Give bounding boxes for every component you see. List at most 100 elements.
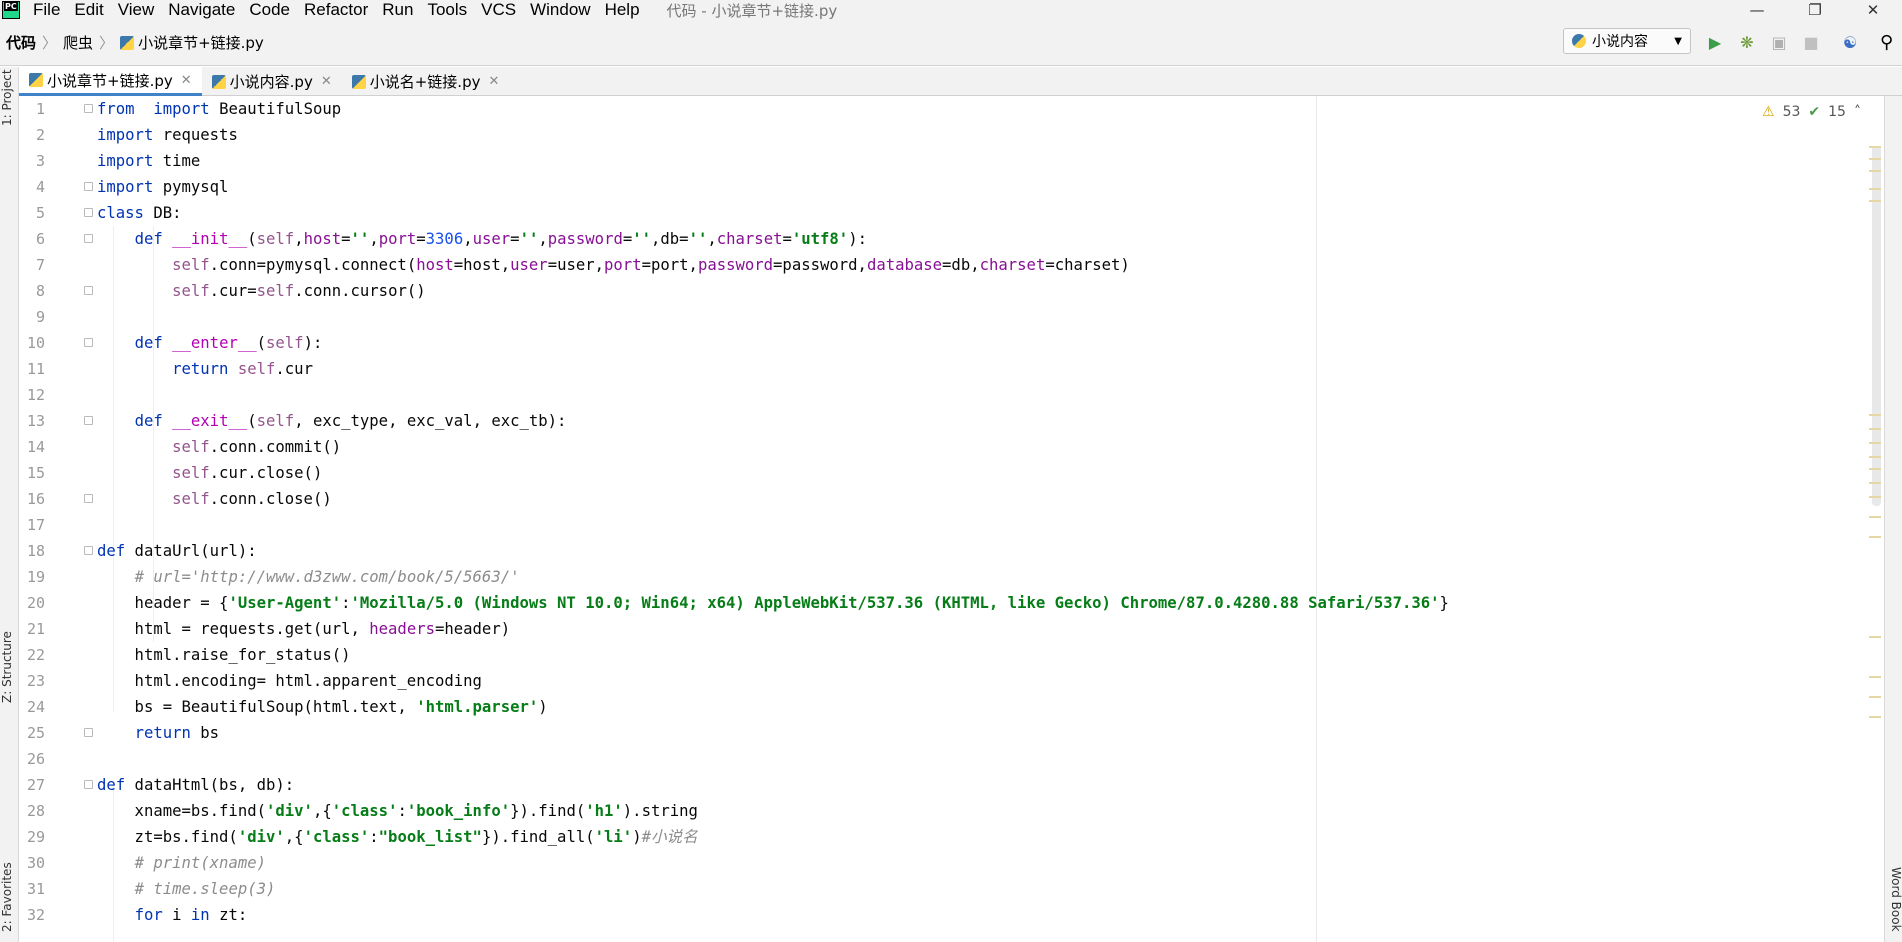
code-line[interactable]: 29 zt=bs.find('div',{'class':"book_list"… bbox=[19, 824, 1859, 850]
breadcrumb-root[interactable]: 代码 bbox=[6, 32, 36, 53]
code-line[interactable]: 23 html.encoding= html.apparent_encoding bbox=[19, 668, 1859, 694]
restore-icon[interactable]: ❐ bbox=[1786, 0, 1844, 20]
code-line[interactable]: 20 header = {'User-Agent':'Mozilla/5.0 (… bbox=[19, 590, 1859, 616]
breadcrumb-file[interactable]: 小说章节+链接.py bbox=[138, 32, 264, 53]
close-icon[interactable]: ✕ bbox=[488, 74, 499, 89]
fold-marker-icon[interactable] bbox=[84, 416, 93, 425]
code-editor[interactable]: ⚠ 53 ✔ 15 ˄ ˅ 1from import BeautifulSoup… bbox=[19, 96, 1902, 942]
stop-icon[interactable]: ■ bbox=[1801, 32, 1821, 52]
tab-novel-content[interactable]: 小说内容.py ✕ bbox=[202, 67, 342, 96]
close-window-icon[interactable]: ✕ bbox=[1844, 0, 1902, 20]
menu-help[interactable]: Help bbox=[598, 0, 647, 20]
tab-chapter-links[interactable]: 小说章节+链接.py ✕ bbox=[19, 67, 202, 96]
error-stripe-mark[interactable] bbox=[1869, 170, 1881, 172]
breadcrumb-folder[interactable]: 爬虫 bbox=[63, 32, 93, 53]
close-icon[interactable]: ✕ bbox=[181, 73, 192, 88]
minimize-icon[interactable]: — bbox=[1728, 0, 1786, 20]
fold-marker-icon[interactable] bbox=[84, 728, 93, 737]
word-book-panel-tab[interactable]: Word Book bbox=[1885, 856, 1902, 942]
close-icon[interactable]: ✕ bbox=[321, 74, 332, 89]
code-line[interactable]: 3 import time bbox=[19, 148, 1859, 174]
search-icon[interactable]: ⚲ bbox=[1880, 32, 1893, 53]
code-line[interactable]: 24 bs = BeautifulSoup(html.text, 'html.p… bbox=[19, 694, 1859, 720]
code-line[interactable]: 13 def __exit__(self, exc_type, exc_val,… bbox=[19, 408, 1859, 434]
code-line[interactable]: 17 bbox=[19, 512, 1859, 538]
code-line[interactable]: 10 def __enter__(self): bbox=[19, 330, 1859, 356]
fold-marker-icon[interactable] bbox=[84, 546, 93, 555]
error-stripe-mark[interactable] bbox=[1869, 716, 1881, 718]
fold-marker-icon[interactable] bbox=[84, 182, 93, 191]
error-stripe-mark[interactable] bbox=[1869, 146, 1881, 148]
fold-marker-icon[interactable] bbox=[84, 286, 93, 295]
menu-vcs[interactable]: VCS bbox=[474, 0, 523, 20]
code-line[interactable]: 30 # print(xname) bbox=[19, 850, 1859, 876]
code-line[interactable]: 18 def dataUrl(url): bbox=[19, 538, 1859, 564]
run-icon[interactable]: ▶ bbox=[1705, 32, 1725, 52]
code-line[interactable]: 31 # time.sleep(3) bbox=[19, 876, 1859, 902]
fold-marker-icon[interactable] bbox=[84, 104, 93, 113]
code-line[interactable]: 22 html.raise_for_status() bbox=[19, 642, 1859, 668]
menu-navigate[interactable]: Navigate bbox=[161, 0, 242, 20]
structure-panel-tab[interactable]: Z: Structure bbox=[0, 627, 18, 707]
error-stripe-mark[interactable] bbox=[1869, 496, 1881, 498]
code-line[interactable]: 26 bbox=[19, 746, 1859, 772]
fold-marker-icon[interactable] bbox=[84, 234, 93, 243]
menu-file[interactable]: File bbox=[26, 0, 67, 20]
error-stripe-mark[interactable] bbox=[1869, 468, 1881, 470]
favorites-panel-tab[interactable]: 2: Favorites bbox=[0, 857, 18, 937]
fold-marker-icon[interactable] bbox=[84, 494, 93, 503]
error-stripe-mark[interactable] bbox=[1869, 636, 1881, 638]
error-stripe-mark[interactable] bbox=[1869, 414, 1881, 416]
code-line[interactable]: 15 self.cur.close() bbox=[19, 460, 1859, 486]
code-line[interactable]: 4 import pymysql bbox=[19, 174, 1859, 200]
error-stripe-mark[interactable] bbox=[1869, 188, 1881, 190]
code-line[interactable]: 6 def __init__(self,host='',port=3306,us… bbox=[19, 226, 1859, 252]
menu-edit[interactable]: Edit bbox=[67, 0, 110, 20]
fold-marker-icon[interactable] bbox=[84, 338, 93, 347]
project-panel-tab[interactable]: 1: Project bbox=[0, 67, 18, 129]
error-stripe-mark[interactable] bbox=[1869, 696, 1881, 698]
code-line[interactable]: 21 html = requests.get(url, headers=head… bbox=[19, 616, 1859, 642]
code-line[interactable]: 14 self.conn.commit() bbox=[19, 434, 1859, 460]
error-stripe-mark[interactable] bbox=[1869, 428, 1881, 430]
translate-icon[interactable]: ☯ bbox=[1840, 32, 1860, 52]
run-configuration-select[interactable]: 小说内容 ▼ bbox=[1563, 28, 1691, 54]
menu-window[interactable]: Window bbox=[523, 0, 597, 20]
error-stripe-mark[interactable] bbox=[1869, 676, 1881, 678]
tab-novel-name-links[interactable]: 小说名+链接.py ✕ bbox=[342, 67, 510, 96]
fold-marker-icon[interactable] bbox=[84, 780, 93, 789]
code-line[interactable]: 8 self.cur=self.conn.cursor() bbox=[19, 278, 1859, 304]
code-line[interactable]: 2 import requests bbox=[19, 122, 1859, 148]
code-line[interactable]: 28 xname=bs.find('div',{'class':'book_in… bbox=[19, 798, 1859, 824]
error-stripe-mark[interactable] bbox=[1869, 536, 1881, 538]
coverage-icon[interactable]: ▣ bbox=[1769, 32, 1789, 52]
code-line[interactable]: 12 bbox=[19, 382, 1859, 408]
code-line[interactable]: 32 for i in zt: bbox=[19, 902, 1859, 928]
code-line[interactable]: 19 # url='http://www.d3zww.com/book/5/56… bbox=[19, 564, 1859, 590]
code-line[interactable]: 9 bbox=[19, 304, 1859, 330]
code-text: self.cur.close() bbox=[172, 464, 323, 482]
code-line[interactable]: 1 from import BeautifulSoup bbox=[19, 96, 1859, 122]
debug-icon[interactable]: ❋ bbox=[1737, 32, 1757, 52]
menu-run[interactable]: Run bbox=[375, 0, 420, 20]
code-line[interactable]: 5 class DB: bbox=[19, 200, 1859, 226]
error-stripe-mark[interactable] bbox=[1869, 158, 1881, 160]
code-text: class DB: bbox=[97, 204, 182, 222]
error-stripe-mark[interactable] bbox=[1869, 482, 1881, 484]
menu-code[interactable]: Code bbox=[242, 0, 297, 20]
menu-view[interactable]: View bbox=[111, 0, 162, 20]
error-stripe-mark[interactable] bbox=[1869, 200, 1881, 202]
window-controls: — ❐ ✕ bbox=[1728, 0, 1902, 20]
line-number: 1 bbox=[35, 100, 45, 118]
code-line[interactable]: 7 self.conn=pymysql.connect(host=host,us… bbox=[19, 252, 1859, 278]
menu-tools[interactable]: Tools bbox=[420, 0, 474, 20]
error-stripe-mark[interactable] bbox=[1869, 456, 1881, 458]
error-stripe-mark[interactable] bbox=[1869, 442, 1881, 444]
code-line[interactable]: 16 self.conn.close() bbox=[19, 486, 1859, 512]
fold-marker-icon[interactable] bbox=[84, 208, 93, 217]
error-stripe-mark[interactable] bbox=[1869, 516, 1881, 518]
code-line[interactable]: 27 def dataHtml(bs, db): bbox=[19, 772, 1859, 798]
code-line[interactable]: 11 return self.cur bbox=[19, 356, 1859, 382]
code-line[interactable]: 25 return bs bbox=[19, 720, 1859, 746]
menu-refactor[interactable]: Refactor bbox=[297, 0, 375, 20]
